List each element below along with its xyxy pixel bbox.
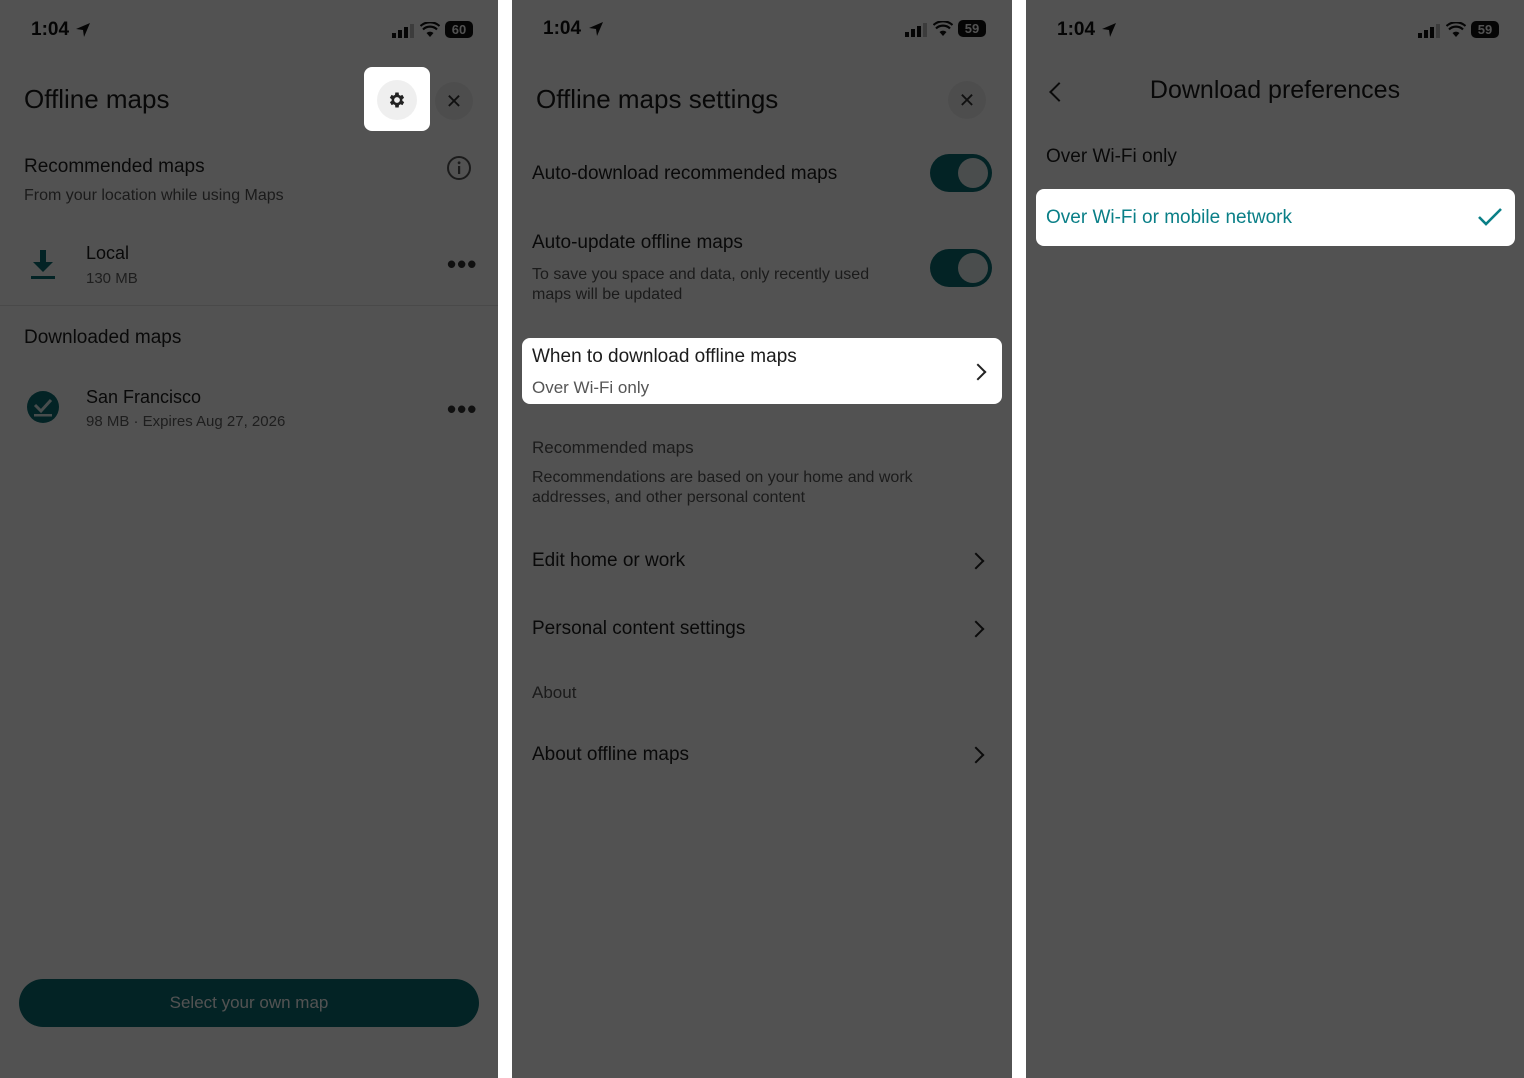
when-to-download-value: Over Wi-Fi only: [532, 378, 650, 397]
chevron-right-icon: [967, 620, 985, 638]
battery-icon: 59: [1471, 21, 1499, 38]
settings-button[interactable]: [364, 67, 430, 131]
more-options-icon[interactable]: •••: [447, 251, 477, 277]
chevron-right-icon: [967, 552, 985, 570]
auto-download-toggle[interactable]: [930, 154, 992, 192]
gear-icon: [389, 92, 405, 108]
about-section-heading: About: [532, 683, 577, 702]
recommended-section-heading: Recommended maps: [532, 438, 694, 457]
offline-maps-settings-screen: 1:04 59 Offline maps settings × Auto-dow…: [512, 0, 1012, 1078]
location-arrow-icon: [589, 22, 603, 36]
edit-home-work-row[interactable]: Edit home or work: [512, 530, 1012, 590]
location-arrow-icon: [76, 23, 90, 37]
page-title: Offline maps settings: [536, 84, 779, 114]
battery-icon: 59: [958, 20, 986, 37]
recommended-heading: Recommended maps: [24, 156, 205, 177]
list-item-local[interactable]: Local 130 MB •••: [0, 225, 498, 305]
status-time: 1:04: [543, 18, 582, 39]
edit-home-work-label: Edit home or work: [532, 550, 686, 571]
chevron-right-icon: [967, 746, 985, 764]
auto-update-description: To save you space and data, only recentl…: [532, 266, 870, 303]
toggle-knob: [958, 253, 988, 283]
option-label: Over Wi-Fi or mobile network: [1046, 207, 1292, 228]
map-details: 98 MB · Expires Aug 27, 2026: [86, 413, 286, 430]
recommended-section-description: Recommendations are based on your home a…: [532, 469, 913, 506]
download-icon: [31, 250, 55, 279]
signal-icon: [905, 23, 927, 37]
toggle-knob: [958, 158, 988, 188]
recommended-subtitle: From your location while using Maps: [24, 187, 284, 204]
auto-update-toggle[interactable]: [930, 249, 992, 287]
option-wifi-only[interactable]: Over Wi-Fi only: [1026, 130, 1524, 184]
when-to-download-row[interactable]: When to download offline maps Over Wi-Fi…: [522, 338, 1002, 404]
signal-icon: [392, 24, 414, 38]
option-label: Over Wi-Fi only: [1046, 146, 1177, 167]
location-arrow-icon: [1102, 23, 1116, 37]
option-wifi-or-mobile[interactable]: Over Wi-Fi or mobile network: [1036, 189, 1515, 246]
status-time: 1:04: [1057, 19, 1096, 40]
offline-maps-screen: 1:04 60 Offline maps × Recommended maps …: [0, 0, 498, 1078]
signal-icon: [1418, 24, 1440, 38]
downloaded-check-icon: [27, 391, 59, 423]
auto-update-label: Auto-update offline maps: [532, 232, 743, 253]
checkmark-icon: [1478, 208, 1502, 226]
status-time: 1:04: [31, 19, 70, 40]
personal-content-label: Personal content settings: [532, 618, 746, 639]
list-item-san-francisco[interactable]: San Francisco 98 MB · Expires Aug 27, 20…: [0, 370, 498, 450]
page-title: Offline maps: [24, 84, 170, 114]
map-name: San Francisco: [86, 387, 202, 407]
page-title: Download preferences: [1149, 76, 1401, 104]
auto-download-label: Auto-download recommended maps: [532, 163, 838, 184]
download-preferences-screen: 1:04 59 Download preferences Over Wi-Fi …: [1026, 0, 1524, 1078]
wifi-icon: [933, 21, 953, 36]
select-own-map-button[interactable]: Select your own map: [19, 979, 479, 1027]
about-offline-maps-label: About offline maps: [532, 744, 690, 765]
divider: [0, 305, 498, 306]
map-name: Local: [86, 243, 130, 263]
battery-icon: 60: [445, 21, 473, 38]
close-icon: ×: [959, 84, 975, 115]
close-icon: ×: [446, 85, 462, 116]
close-button[interactable]: ×: [948, 81, 986, 119]
downloaded-heading: Downloaded maps: [24, 327, 182, 348]
wifi-icon: [1446, 22, 1466, 37]
chevron-right-icon: [969, 363, 987, 381]
wifi-icon: [420, 22, 440, 37]
map-size: 130 MB: [86, 270, 138, 287]
personal-content-row[interactable]: Personal content settings: [512, 598, 1012, 658]
more-options-icon[interactable]: •••: [447, 396, 477, 422]
settings-button-bg: [377, 80, 417, 120]
close-button[interactable]: ×: [435, 82, 473, 120]
about-offline-maps-row[interactable]: About offline maps: [512, 724, 1012, 784]
info-icon[interactable]: [446, 155, 472, 181]
when-to-download-label: When to download offline maps: [532, 346, 797, 367]
